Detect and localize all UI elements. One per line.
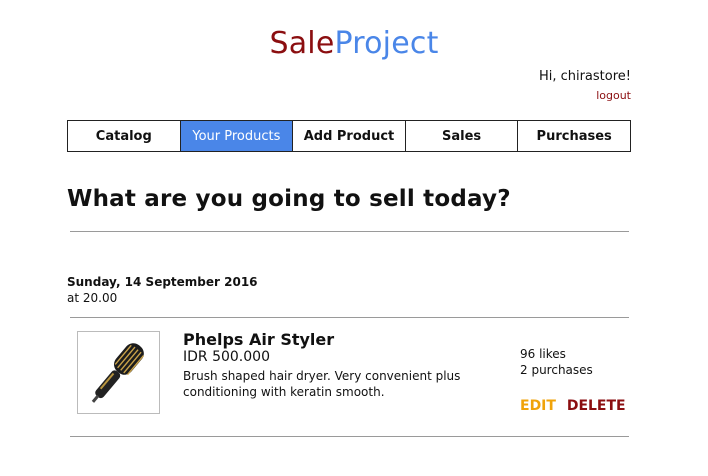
product-name: Phelps Air Styler <box>183 330 335 349</box>
logo-project: Project <box>334 26 439 61</box>
product-purchases: 2 purchases <box>520 363 593 377</box>
entry-divider-top <box>70 317 629 318</box>
entry-date: Sunday, 14 September 2016 <box>67 275 258 289</box>
product-actions: EDIT DELETE <box>520 398 626 414</box>
entry-divider-bottom <box>70 436 629 437</box>
tab-add-product[interactable]: Add Product <box>293 121 406 151</box>
entry-time: at 20.00 <box>67 291 118 305</box>
site-logo: SaleProject <box>0 26 708 61</box>
tab-sales[interactable]: Sales <box>406 121 519 151</box>
tab-catalog[interactable]: Catalog <box>68 121 181 151</box>
title-divider <box>70 231 629 232</box>
product-likes: 96 likes <box>520 347 566 361</box>
product-description: Brush shaped hair dryer. Very convenient… <box>183 369 461 399</box>
logo-sale: Sale <box>269 26 335 61</box>
product-stats: 96 likes 2 purchases <box>520 346 593 378</box>
user-greeting: Hi, chirastore! <box>538 69 631 84</box>
hair-dryer-brush-icon <box>91 343 145 403</box>
edit-button[interactable]: EDIT <box>520 398 556 414</box>
logout-link[interactable]: logout <box>596 89 631 102</box>
product-price: IDR 500.000 <box>183 349 270 365</box>
tab-your-products[interactable]: Your Products <box>180 121 294 151</box>
product-image <box>77 331 160 414</box>
tab-purchases[interactable]: Purchases <box>518 121 630 151</box>
page-title: What are you going to sell today? <box>67 186 511 212</box>
delete-button[interactable]: DELETE <box>567 398 626 414</box>
user-greeting-block: Hi, chirastore! logout <box>539 69 631 103</box>
main-nav: Catalog Your Products Add Product Sales … <box>67 120 631 152</box>
